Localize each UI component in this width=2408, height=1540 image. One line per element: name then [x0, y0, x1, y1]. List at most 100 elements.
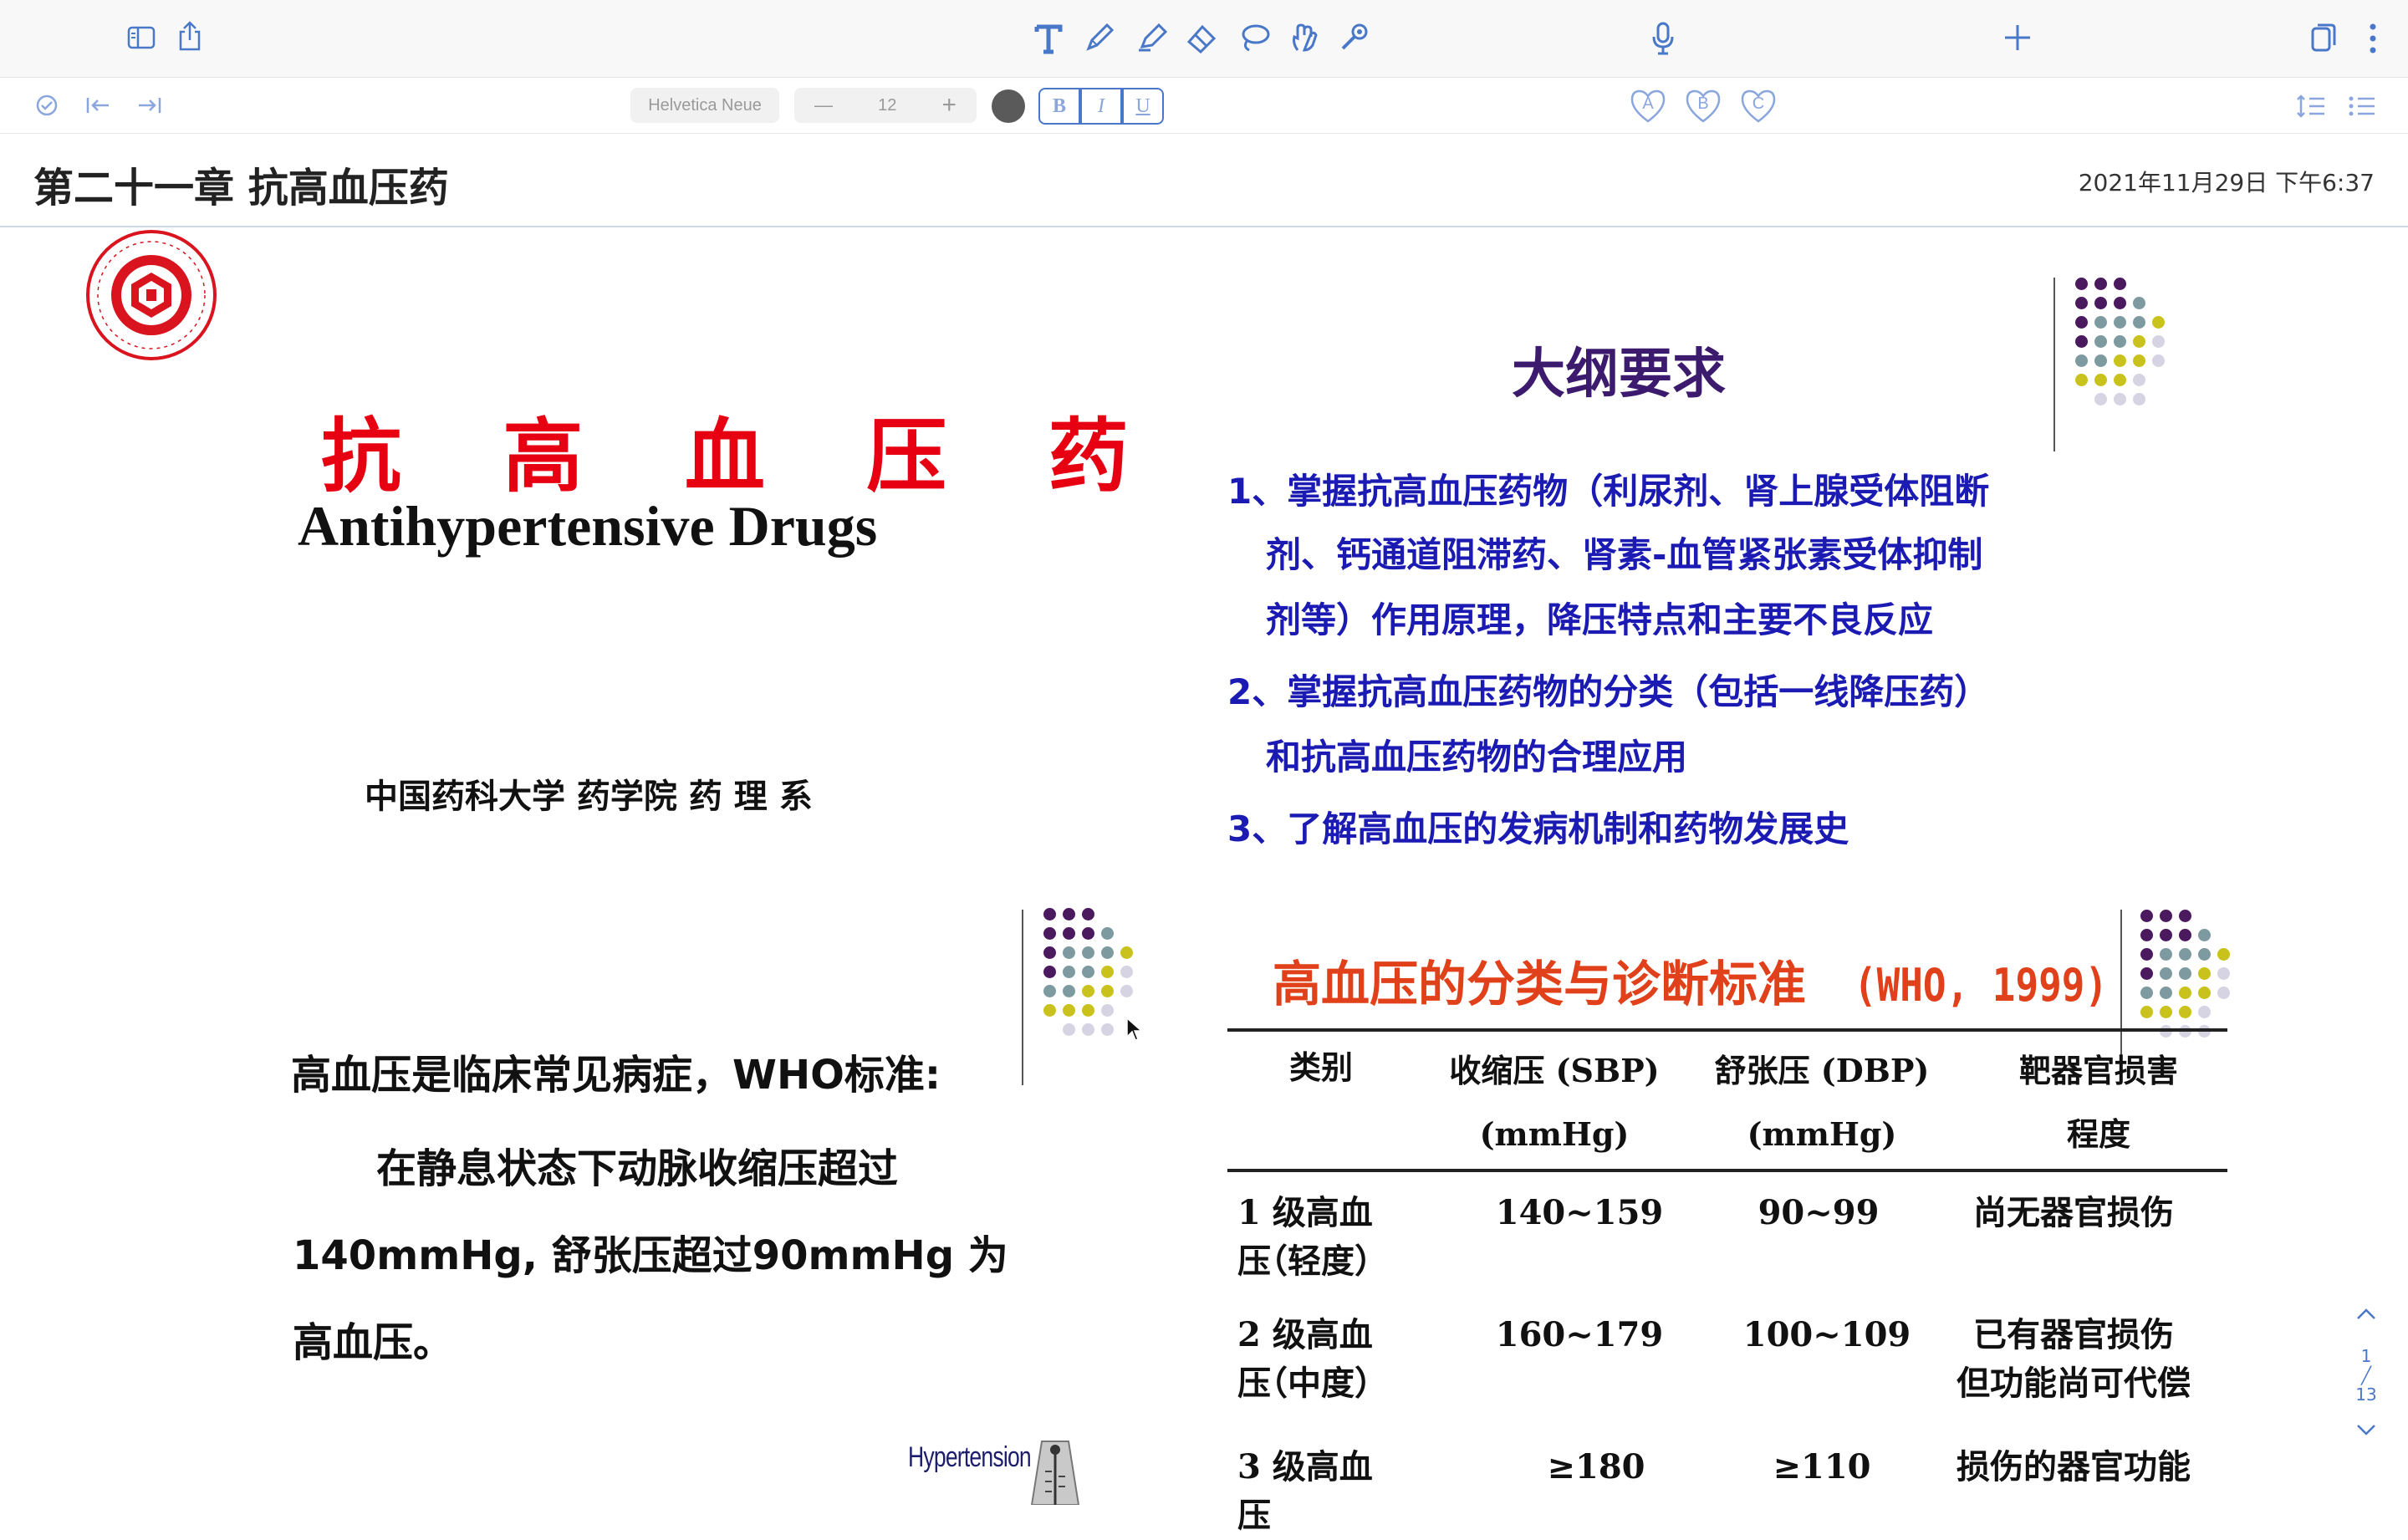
- more-options-icon[interactable]: [2366, 22, 2380, 55]
- decor-dot: [2133, 316, 2145, 329]
- table-row-3-organ: 损伤的器官功能: [1956, 1447, 2191, 1486]
- decor-dot: [2160, 910, 2172, 922]
- add-page-icon[interactable]: [2003, 23, 2032, 52]
- decor-dot: [1120, 946, 1133, 959]
- line-spacing-icon[interactable]: [2296, 94, 2326, 118]
- next-page-icon[interactable]: [2349, 1420, 2383, 1436]
- outdent-icon[interactable]: [85, 96, 110, 115]
- decor-dot: [2160, 929, 2172, 941]
- decor-dot: [2160, 987, 2172, 999]
- decor-dot: [1101, 966, 1114, 978]
- font-size-increase-button[interactable]: +: [941, 91, 957, 120]
- decor-dot: [2152, 354, 2165, 367]
- decor-dot: [2133, 335, 2145, 348]
- page-separator: ╱: [2360, 1365, 2372, 1385]
- decor-dot: [2075, 316, 2088, 329]
- pen-tool-icon[interactable]: [1084, 22, 1115, 54]
- decor-dot: [2094, 297, 2107, 309]
- decor-dot: [2114, 316, 2126, 329]
- decor-dot: [2075, 335, 2088, 348]
- decor-dot: [2140, 910, 2153, 922]
- decor-dot: [1063, 1004, 1075, 1017]
- note-timestamp: 2021年11月29日 下午6:37: [2078, 169, 2375, 196]
- note-title[interactable]: 第二十一章 抗高血压药: [33, 155, 449, 213]
- syllabus-item-3: 3、了解高血压的发病机制和药物发展史: [1227, 808, 1849, 849]
- highlighter-icon[interactable]: [1135, 22, 1169, 54]
- decor-dot: [2179, 910, 2191, 922]
- col-header-category: 类别: [1288, 1048, 1353, 1086]
- laser-pointer-icon[interactable]: [1338, 20, 1373, 54]
- decor-dot: [1120, 966, 1133, 978]
- bold-button[interactable]: B: [1038, 88, 1080, 125]
- decor-dot: [1082, 985, 1094, 997]
- favorite-a-label: A: [1642, 94, 1654, 113]
- decor-dot: [1101, 1004, 1114, 1017]
- table-row-3-sbp: ≥180: [1547, 1447, 1645, 1486]
- decor-dot: [1120, 985, 1133, 997]
- pages-overview-icon[interactable]: [2311, 23, 2336, 52]
- decor-dot: [1082, 946, 1094, 959]
- bullet-list-icon[interactable]: [2348, 94, 2376, 118]
- decor-dot: [2152, 316, 2165, 329]
- decor-dot: [1043, 1004, 1056, 1017]
- favorite-a-button[interactable]: A: [1627, 86, 1669, 125]
- decor-dot: [2179, 1006, 2191, 1018]
- decor-dot: [1101, 946, 1114, 959]
- decor-dot: [2133, 374, 2145, 386]
- table-top-rule: [1227, 1028, 2227, 1032]
- decor-dot: [1082, 1023, 1094, 1036]
- underline-button[interactable]: U: [1122, 88, 1164, 125]
- decor-dot: [2114, 278, 2126, 290]
- decor-dot: [2114, 354, 2126, 367]
- decor-divider-2: [1022, 910, 1023, 1085]
- decor-dot: [1043, 966, 1056, 978]
- table-header-rule: [1227, 1169, 2227, 1172]
- hypertension-image-label: Hypertension: [908, 1441, 1032, 1473]
- decor-dot: [2179, 987, 2191, 999]
- decor-dot: [1043, 985, 1056, 997]
- decor-dot: [1063, 908, 1075, 920]
- lasso-icon[interactable]: [1237, 22, 1271, 54]
- text-color-swatch[interactable]: [992, 89, 1025, 123]
- decor-dot: [2160, 967, 2172, 980]
- decor-dot: [1101, 927, 1114, 940]
- indent-icon[interactable]: [137, 96, 162, 115]
- favorite-b-button[interactable]: B: [1682, 86, 1724, 125]
- eraser-icon[interactable]: [1186, 22, 1219, 54]
- table-row-1-sbp: 140~159: [1495, 1193, 1664, 1232]
- select-check-icon[interactable]: [35, 94, 59, 117]
- decor-dot: [2160, 1006, 2172, 1018]
- col-header-sbp-unit: (mmHg): [1479, 1115, 1630, 1153]
- decor-dot: [2179, 929, 2191, 941]
- syllabus-item-2b: 和抗高血压药物的合理应用: [1266, 737, 1688, 778]
- col-header-dbp-unit: (mmHg): [1747, 1115, 1897, 1153]
- decor-dot: [2114, 297, 2126, 309]
- decor-dot: [1101, 985, 1114, 997]
- italic-button[interactable]: I: [1080, 88, 1122, 125]
- table-row-2-organ: 已有器官损伤: [1973, 1315, 2174, 1354]
- slide-title-english: Antihypertensive Drugs: [298, 494, 878, 558]
- font-size-decrease-button[interactable]: —: [814, 94, 833, 116]
- main-toolbar: [0, 0, 2408, 78]
- share-icon[interactable]: [177, 20, 202, 52]
- sidebar-toggle-icon[interactable]: [127, 25, 156, 50]
- decor-dot: [2075, 374, 2088, 386]
- decor-dot: [1043, 908, 1056, 920]
- hand-tool-icon[interactable]: [1289, 20, 1321, 54]
- table-row-2-organ-2: 但功能尚可代偿: [1956, 1364, 2191, 1403]
- col-header-dbp: 舒张压 (DBP): [1714, 1052, 1930, 1089]
- previous-page-icon[interactable]: [2349, 1304, 2383, 1329]
- format-toolbar: Helvetica Neue — 12 + B I U A B C: [0, 78, 2408, 134]
- favorite-b-label: B: [1697, 94, 1709, 113]
- decor-dot: [1082, 966, 1094, 978]
- text-tool-icon[interactable]: [1032, 22, 1065, 55]
- font-family-select[interactable]: Helvetica Neue: [630, 88, 779, 123]
- decor-dot: [2133, 297, 2145, 309]
- microphone-icon[interactable]: [1652, 22, 1674, 55]
- favorite-c-label: C: [1752, 94, 1765, 113]
- favorite-c-button[interactable]: C: [1737, 86, 1779, 125]
- decor-divider: [2053, 278, 2055, 451]
- decor-dot: [1063, 927, 1075, 940]
- decor-dot: [2198, 929, 2211, 941]
- university-logo: [85, 229, 217, 361]
